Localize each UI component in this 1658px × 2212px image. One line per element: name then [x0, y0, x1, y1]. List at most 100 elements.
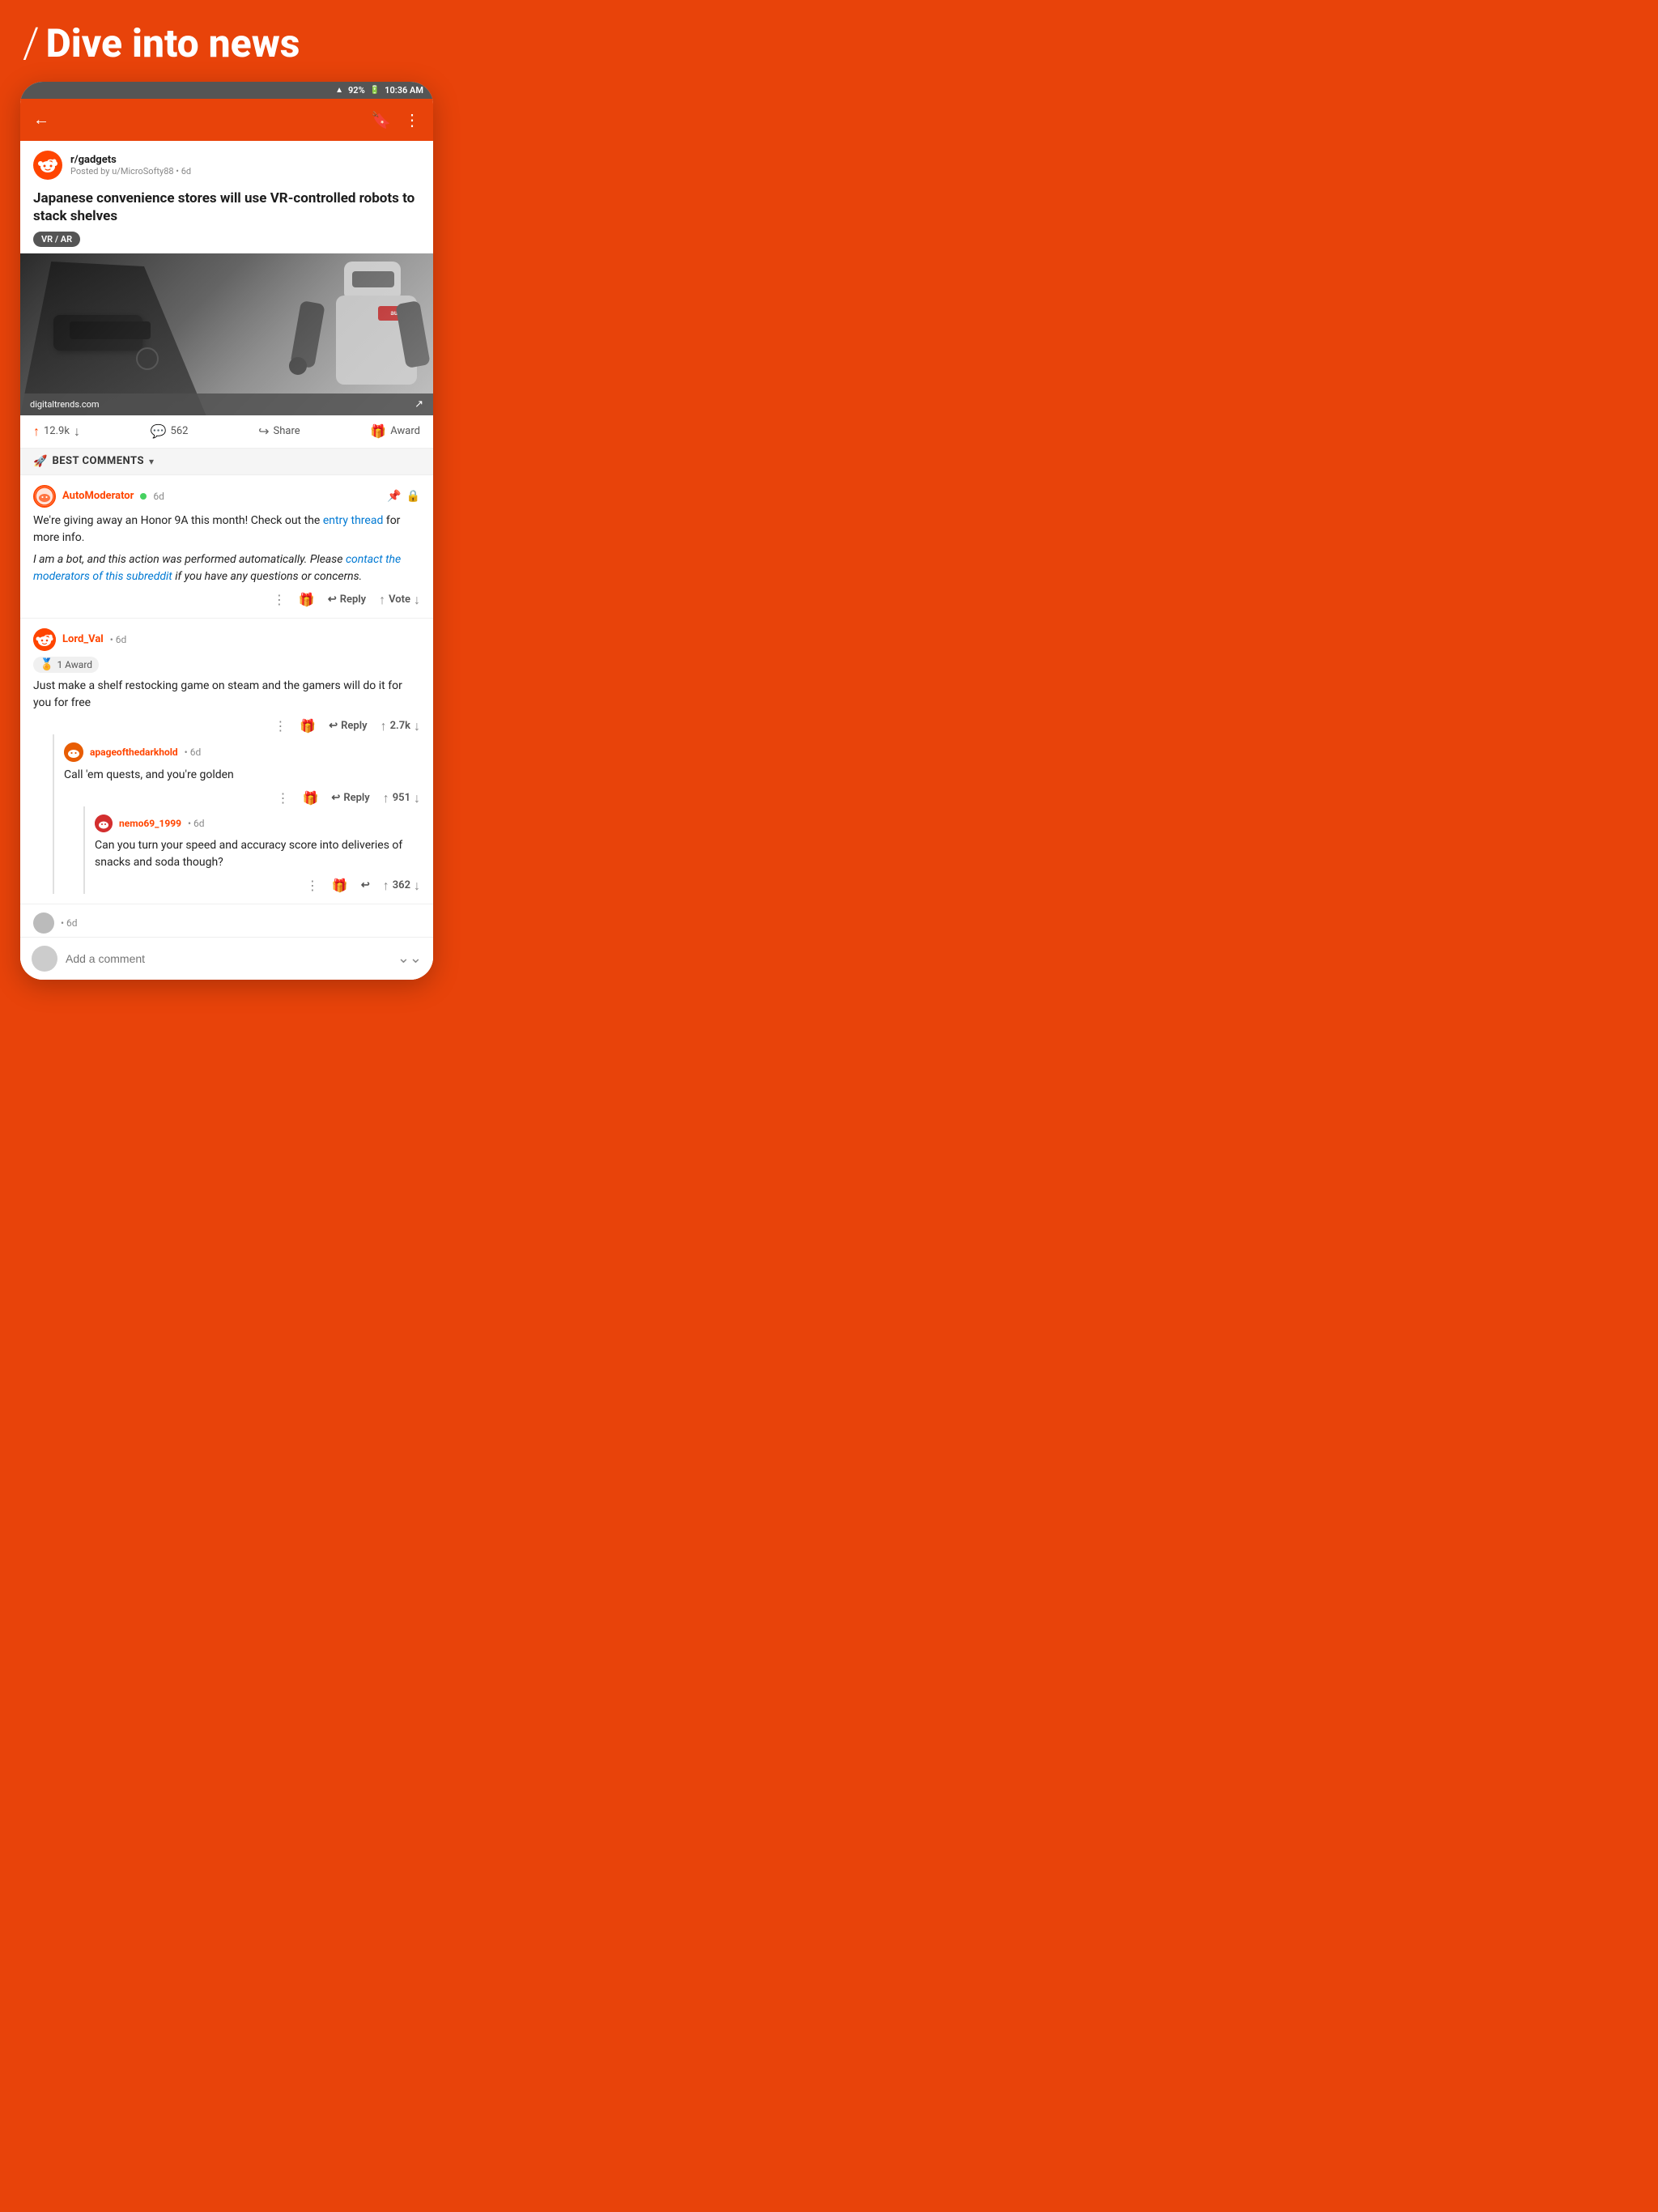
- expand-chevron-icon[interactable]: ⌄⌄: [397, 950, 422, 967]
- reply-label: Reply: [340, 593, 366, 606]
- share-label: Share: [274, 425, 300, 437]
- apageofthedarkhold-vote-down[interactable]: ↓: [414, 790, 420, 806]
- phone-frame: ▲ 92% 🔋 10:36 AM ← 🔖 ⋮: [20, 82, 433, 980]
- partial-avatar: [33, 912, 54, 934]
- comments-action[interactable]: 💬 562: [151, 423, 189, 439]
- nemo69-age: • 6d: [188, 818, 205, 829]
- post-image-bg: au: [20, 253, 433, 415]
- nemo69-vote-down[interactable]: ↓: [414, 878, 420, 894]
- award-action[interactable]: 🎁 Award: [370, 423, 420, 439]
- lord-val-reply-button[interactable]: ↩ Reply: [329, 720, 367, 732]
- award-badge-icon: 🏅: [40, 658, 53, 671]
- nemo69-more-icon[interactable]: ⋮: [306, 878, 319, 893]
- automoderator-avatar: [33, 485, 56, 508]
- entry-thread-link[interactable]: entry thread: [323, 514, 384, 527]
- vote-up-icon[interactable]: ↑: [379, 592, 385, 608]
- lord-val-actions: ⋮ 🎁 ↩ Reply ↑ 2.7k ↓: [33, 718, 420, 734]
- comment-automoderator: AutoModerator 6d 📌 🔒 We're giving away a…: [20, 475, 433, 619]
- comment-more-icon[interactable]: ⋮: [273, 592, 286, 607]
- apageofthedarkhold-vote-count: 951: [393, 792, 410, 804]
- comments-section: AutoModerator 6d 📌 🔒 We're giving away a…: [20, 475, 433, 937]
- automoderator-username[interactable]: AutoModerator: [62, 490, 134, 502]
- automoderator-actions: ⋮ 🎁 ↩ Reply ↑ Vote ↓: [33, 592, 420, 608]
- vote-label: Vote: [389, 593, 410, 606]
- share-icon: ↪: [258, 423, 269, 439]
- apageofthedarkhold-vote-up[interactable]: ↑: [383, 790, 389, 806]
- apageofthedarkhold-award-icon[interactable]: 🎁: [302, 790, 318, 806]
- post-image[interactable]: au digitaltrends.com ↗: [20, 253, 433, 415]
- battery-level: 92%: [348, 85, 365, 96]
- comment-header-apageofthedarkhold: apageofthedarkhold • 6d: [64, 742, 420, 762]
- upvote-action[interactable]: ↑ 12.9k ↓: [33, 423, 80, 440]
- nemo69-vote-up[interactable]: ↑: [383, 878, 389, 894]
- post-byline: Posted by u/MicroSofty88 • 6d: [70, 166, 191, 177]
- share-action[interactable]: ↪ Share: [258, 423, 300, 439]
- lord-val-vote-down[interactable]: ↓: [414, 718, 420, 734]
- bookmark-button[interactable]: 🔖: [371, 110, 391, 130]
- partial-age: • 6d: [61, 917, 78, 929]
- lord-val-vote-up[interactable]: ↑: [380, 718, 387, 734]
- more-options-button[interactable]: ⋮: [404, 110, 420, 130]
- external-link-icon[interactable]: ↗: [414, 398, 423, 410]
- automoderator-reply-button[interactable]: ↩ Reply: [328, 593, 366, 606]
- nemo69-actions: ⋮ 🎁 ↩ ↑ 362 ↓: [95, 878, 420, 894]
- add-comment-input[interactable]: [66, 952, 389, 965]
- add-comment-bar: ⌄⌄: [20, 937, 433, 980]
- subreddit-name[interactable]: r/gadgets: [70, 154, 191, 166]
- moderators-link[interactable]: contact the moderators of this subreddit: [33, 553, 401, 583]
- comment-partial: • 6d: [20, 904, 433, 937]
- battery-icon: 🔋: [370, 86, 380, 95]
- automoderator-italic-text: I am a bot, and this action was performe…: [33, 551, 420, 585]
- lord-val-award-icon[interactable]: 🎁: [300, 718, 316, 734]
- comment-nemo69-1999: nemo69_1999 • 6d Can you turn your speed…: [83, 806, 420, 894]
- post-title: Japanese convenience stores will use VR-…: [20, 186, 433, 230]
- special-icons: 📌 🔒: [387, 490, 420, 503]
- award-icon: 🎁: [370, 423, 386, 439]
- lord-val-reply-arrow: ↩: [329, 720, 338, 732]
- downvote-icon: ↓: [74, 423, 80, 440]
- wifi-icon: ▲: [335, 86, 343, 95]
- post-actions: ↑ 12.9k ↓ 💬 562 ↪ Share 🎁 Award: [20, 415, 433, 449]
- nemo69-award-icon[interactable]: 🎁: [332, 878, 348, 893]
- award-badge-text: 1 Award: [57, 659, 92, 670]
- award-label: Award: [390, 425, 420, 437]
- apageofthedarkhold-reply-button[interactable]: ↩ Reply: [331, 792, 369, 804]
- app-toolbar: ← 🔖 ⋮: [20, 99, 433, 141]
- post-flair[interactable]: VR / AR: [33, 232, 80, 247]
- lord-val-more-icon[interactable]: ⋮: [274, 718, 287, 734]
- apageofthedarkhold-reply-label: Reply: [343, 792, 369, 804]
- comment-apageofthedarkhold: apageofthedarkhold • 6d Call 'em quests,…: [53, 734, 420, 894]
- reply-arrow-icon: ↩: [328, 593, 337, 606]
- app-tagline: Dive into news: [46, 23, 300, 66]
- apageofthedarkhold-age: • 6d: [185, 747, 202, 758]
- sort-bar[interactable]: 🚀 BEST COMMENTS ▾: [20, 449, 433, 475]
- comment-header-nemo69: nemo69_1999 • 6d: [95, 815, 420, 832]
- vote-down-icon[interactable]: ↓: [414, 592, 420, 608]
- lord-val-avatar: [33, 628, 56, 651]
- app-header: / Dive into news: [0, 0, 453, 82]
- apageofthedarkhold-more-icon[interactable]: ⋮: [276, 790, 289, 806]
- apageofthedarkhold-avatar: [64, 742, 83, 762]
- lord-val-username[interactable]: Lord_Val: [62, 633, 104, 645]
- comment-header-lord-val: Lord_Val • 6d: [33, 628, 420, 651]
- sort-icon: 🚀: [33, 455, 47, 468]
- slash-decoration: /: [23, 23, 40, 65]
- subreddit-avatar: [33, 151, 62, 180]
- post-meta: r/gadgets Posted by u/MicroSofty88 • 6d: [70, 154, 191, 177]
- apageofthedarkhold-text: Call 'em quests, and you're golden: [64, 767, 420, 784]
- post-header: r/gadgets Posted by u/MicroSofty88 • 6d: [20, 141, 433, 186]
- automoderator-vote: ↑ Vote ↓: [379, 592, 420, 608]
- lord-val-vote: ↑ 2.7k ↓: [380, 718, 420, 734]
- comment-award-icon[interactable]: 🎁: [299, 592, 315, 607]
- nemo69-avatar: [95, 815, 113, 832]
- nemo69-reply-button[interactable]: ↩: [361, 879, 370, 891]
- comments-icon: 💬: [151, 423, 167, 439]
- comment-age-automoderator: 6d: [153, 491, 164, 502]
- apageofthedarkhold-reply-arrow: ↩: [331, 792, 340, 804]
- apageofthedarkhold-username[interactable]: apageofthedarkhold: [90, 747, 178, 758]
- upvote-icon: ↑: [33, 423, 40, 440]
- current-user-avatar: [32, 946, 57, 972]
- back-button[interactable]: ←: [33, 109, 49, 130]
- nemo69-username[interactable]: nemo69_1999: [119, 818, 181, 829]
- comment-count: 562: [171, 425, 189, 437]
